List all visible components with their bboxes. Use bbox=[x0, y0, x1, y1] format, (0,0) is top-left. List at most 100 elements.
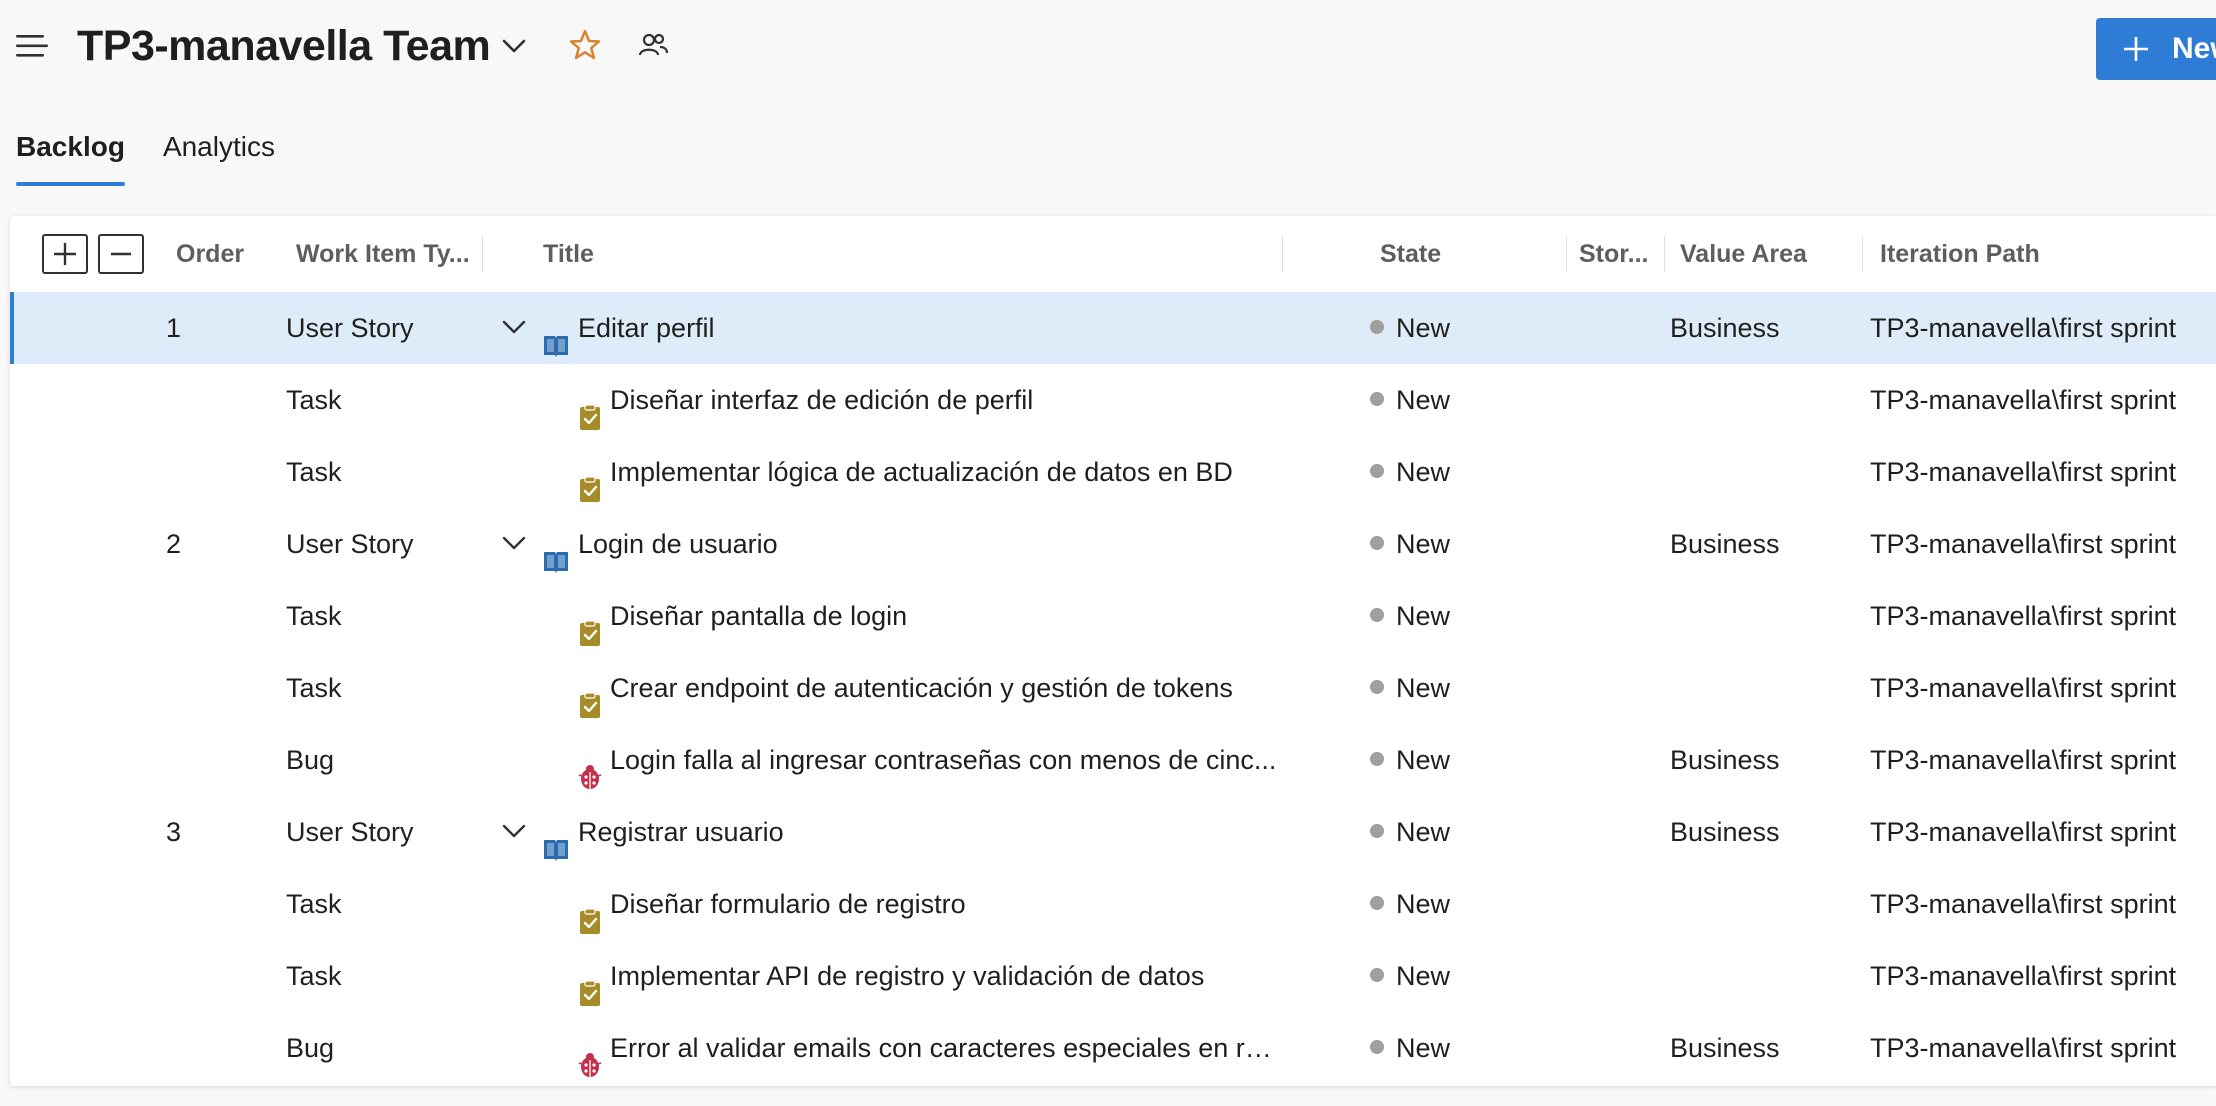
order-cell: 3 bbox=[166, 817, 182, 847]
column-header-work-item-type[interactable]: Work Item Ty... bbox=[296, 238, 470, 270]
state-label: New bbox=[1396, 529, 1451, 559]
column-header-iteration-path[interactable]: Iteration Path bbox=[1880, 238, 2040, 270]
column-divider[interactable] bbox=[1862, 236, 1863, 272]
state-label: New bbox=[1396, 889, 1451, 919]
state-cell: New bbox=[1370, 868, 1570, 940]
chevron-down-icon[interactable] bbox=[496, 28, 532, 64]
work-item-type-cell: Bug bbox=[286, 1033, 335, 1063]
favorite-star-icon[interactable] bbox=[568, 28, 602, 62]
work-item-title-link[interactable]: Error al validar emails con caracteres e… bbox=[610, 1012, 1280, 1084]
value-area-cell: Business bbox=[1670, 313, 1780, 343]
iteration-path-cell: TP3-manavella\first sprint bbox=[1870, 601, 2177, 631]
value-area-cell: Business bbox=[1670, 817, 1780, 847]
column-header-story-points[interactable]: Stor... bbox=[1579, 238, 1648, 270]
work-item-type-cell: Task bbox=[286, 601, 342, 631]
column-divider[interactable] bbox=[482, 236, 483, 272]
state-cell: New bbox=[1370, 940, 1570, 1012]
state-label: New bbox=[1396, 961, 1451, 991]
work-item-title-link[interactable]: Diseñar pantalla de login bbox=[610, 580, 1280, 652]
collapse-all-button[interactable] bbox=[98, 234, 144, 274]
book-icon bbox=[542, 818, 570, 861]
work-item-type-cell: Task bbox=[286, 457, 342, 487]
iteration-path-cell: TP3-manavella\first sprint bbox=[1870, 817, 2177, 847]
clipboard-check-icon bbox=[576, 674, 604, 718]
column-header-title[interactable]: Title bbox=[543, 238, 594, 270]
work-item-title-link[interactable]: Diseñar formulario de registro bbox=[610, 868, 1280, 940]
backlog-row[interactable]: Task Implementar API de registro y valida… bbox=[10, 940, 2216, 1012]
chevron-down-icon[interactable] bbox=[494, 310, 534, 346]
order-cell: 1 bbox=[166, 313, 182, 343]
backlog-row[interactable]: Bug Login falla al ingresar contraseñas c… bbox=[10, 724, 2216, 796]
book-icon bbox=[542, 530, 570, 573]
menu-icon[interactable] bbox=[14, 30, 50, 62]
state-indicator-dot bbox=[1370, 535, 1384, 550]
state-indicator-dot bbox=[1370, 679, 1384, 694]
plus-icon bbox=[2124, 37, 2148, 61]
work-item-type-cell: Task bbox=[286, 673, 342, 703]
backlog-row[interactable]: Task Diseñar interfaz de edición de perfi… bbox=[10, 364, 2216, 436]
iteration-path-cell: TP3-manavella\first sprint bbox=[1870, 1033, 2177, 1063]
clipboard-check-icon bbox=[576, 890, 604, 934]
column-header-state[interactable]: State bbox=[1380, 238, 1441, 270]
work-item-title-link[interactable]: Login falla al ingresar contraseñas con … bbox=[610, 724, 1280, 796]
work-item-title-link[interactable]: Implementar lógica de actualización de d… bbox=[610, 436, 1280, 508]
state-cell: New bbox=[1370, 796, 1570, 868]
backlog-row[interactable]: Task Diseñar formulario de registro New TP3… bbox=[10, 868, 2216, 940]
state-indicator-dot bbox=[1370, 1039, 1384, 1054]
state-indicator-dot bbox=[1370, 751, 1384, 766]
backlog-row[interactable]: Bug Error al validar emails con caractere… bbox=[10, 1012, 2216, 1084]
column-divider[interactable] bbox=[1566, 236, 1567, 272]
team-members-icon[interactable] bbox=[636, 28, 670, 62]
tab-backlog[interactable]: Backlog bbox=[16, 126, 125, 186]
state-cell: New bbox=[1370, 652, 1570, 724]
state-label: New bbox=[1396, 457, 1451, 487]
work-item-title-link[interactable]: Editar perfil bbox=[578, 292, 1280, 364]
iteration-path-cell: TP3-manavella\first sprint bbox=[1870, 961, 2177, 991]
work-item-title-link[interactable]: Implementar API de registro y validación… bbox=[610, 940, 1280, 1012]
state-cell: New bbox=[1370, 724, 1570, 796]
work-item-type-cell: Task bbox=[286, 385, 342, 415]
work-item-title-link[interactable]: Login de usuario bbox=[578, 508, 1280, 580]
page-header: TP3-manavella Team New bbox=[0, 0, 2216, 96]
state-label: New bbox=[1396, 313, 1451, 343]
expand-all-button[interactable] bbox=[42, 234, 88, 274]
work-item-type-cell: User Story bbox=[286, 817, 414, 847]
column-divider[interactable] bbox=[1282, 236, 1283, 272]
tab-analytics[interactable]: Analytics bbox=[163, 126, 275, 178]
iteration-path-cell: TP3-manavella\first sprint bbox=[1870, 385, 2177, 415]
new-work-item-button[interactable]: New bbox=[2096, 18, 2216, 80]
column-header-value-area[interactable]: Value Area bbox=[1680, 238, 1807, 270]
state-indicator-dot bbox=[1370, 895, 1384, 910]
work-item-type-cell: User Story bbox=[286, 529, 414, 559]
backlog-row[interactable]: Task Implementar lógica de actualización … bbox=[10, 436, 2216, 508]
clipboard-check-icon bbox=[576, 386, 604, 430]
state-label: New bbox=[1396, 1033, 1451, 1063]
state-label: New bbox=[1396, 673, 1451, 703]
work-item-type-cell: User Story bbox=[286, 313, 414, 343]
backlog-row[interactable]: Task Crear endpoint de autenticación y ge… bbox=[10, 652, 2216, 724]
work-item-title-link[interactable]: Registrar usuario bbox=[578, 796, 1280, 868]
chevron-down-icon[interactable] bbox=[494, 814, 534, 850]
backlog-row[interactable]: 2 User Story Login de usuario New Business TP… bbox=[10, 508, 2216, 580]
state-cell: New bbox=[1370, 1012, 1570, 1084]
chevron-down-icon[interactable] bbox=[494, 526, 534, 562]
backlog-grid: Order Work Item Ty... Title State Stor..… bbox=[10, 216, 2216, 1086]
state-cell: New bbox=[1370, 436, 1570, 508]
team-title: TP3-manavella Team bbox=[77, 22, 491, 70]
work-item-title-link[interactable]: Crear endpoint de autenticación y gestió… bbox=[610, 652, 1280, 724]
backlog-row[interactable]: 1 User Story Editar perfil New Business TP3-m… bbox=[10, 292, 2216, 364]
state-indicator-dot bbox=[1370, 823, 1384, 838]
backlog-row[interactable]: 3 User Story Registrar usuario New Business T… bbox=[10, 796, 2216, 868]
clipboard-check-icon bbox=[576, 458, 604, 502]
state-indicator-dot bbox=[1370, 391, 1384, 406]
bug-icon bbox=[576, 746, 604, 789]
value-area-cell: Business bbox=[1670, 1033, 1780, 1063]
backlog-row[interactable]: Task Diseñar pantalla de login New TP3-mana… bbox=[10, 580, 2216, 652]
column-divider[interactable] bbox=[1664, 236, 1665, 272]
column-header-order[interactable]: Order bbox=[176, 238, 244, 270]
tab-bar: Backlog Analytics bbox=[16, 126, 313, 186]
value-area-cell: Business bbox=[1670, 529, 1780, 559]
new-button-label: New bbox=[2172, 32, 2216, 65]
order-cell: 2 bbox=[166, 529, 182, 559]
work-item-title-link[interactable]: Diseñar interfaz de edición de perfil bbox=[610, 364, 1280, 436]
